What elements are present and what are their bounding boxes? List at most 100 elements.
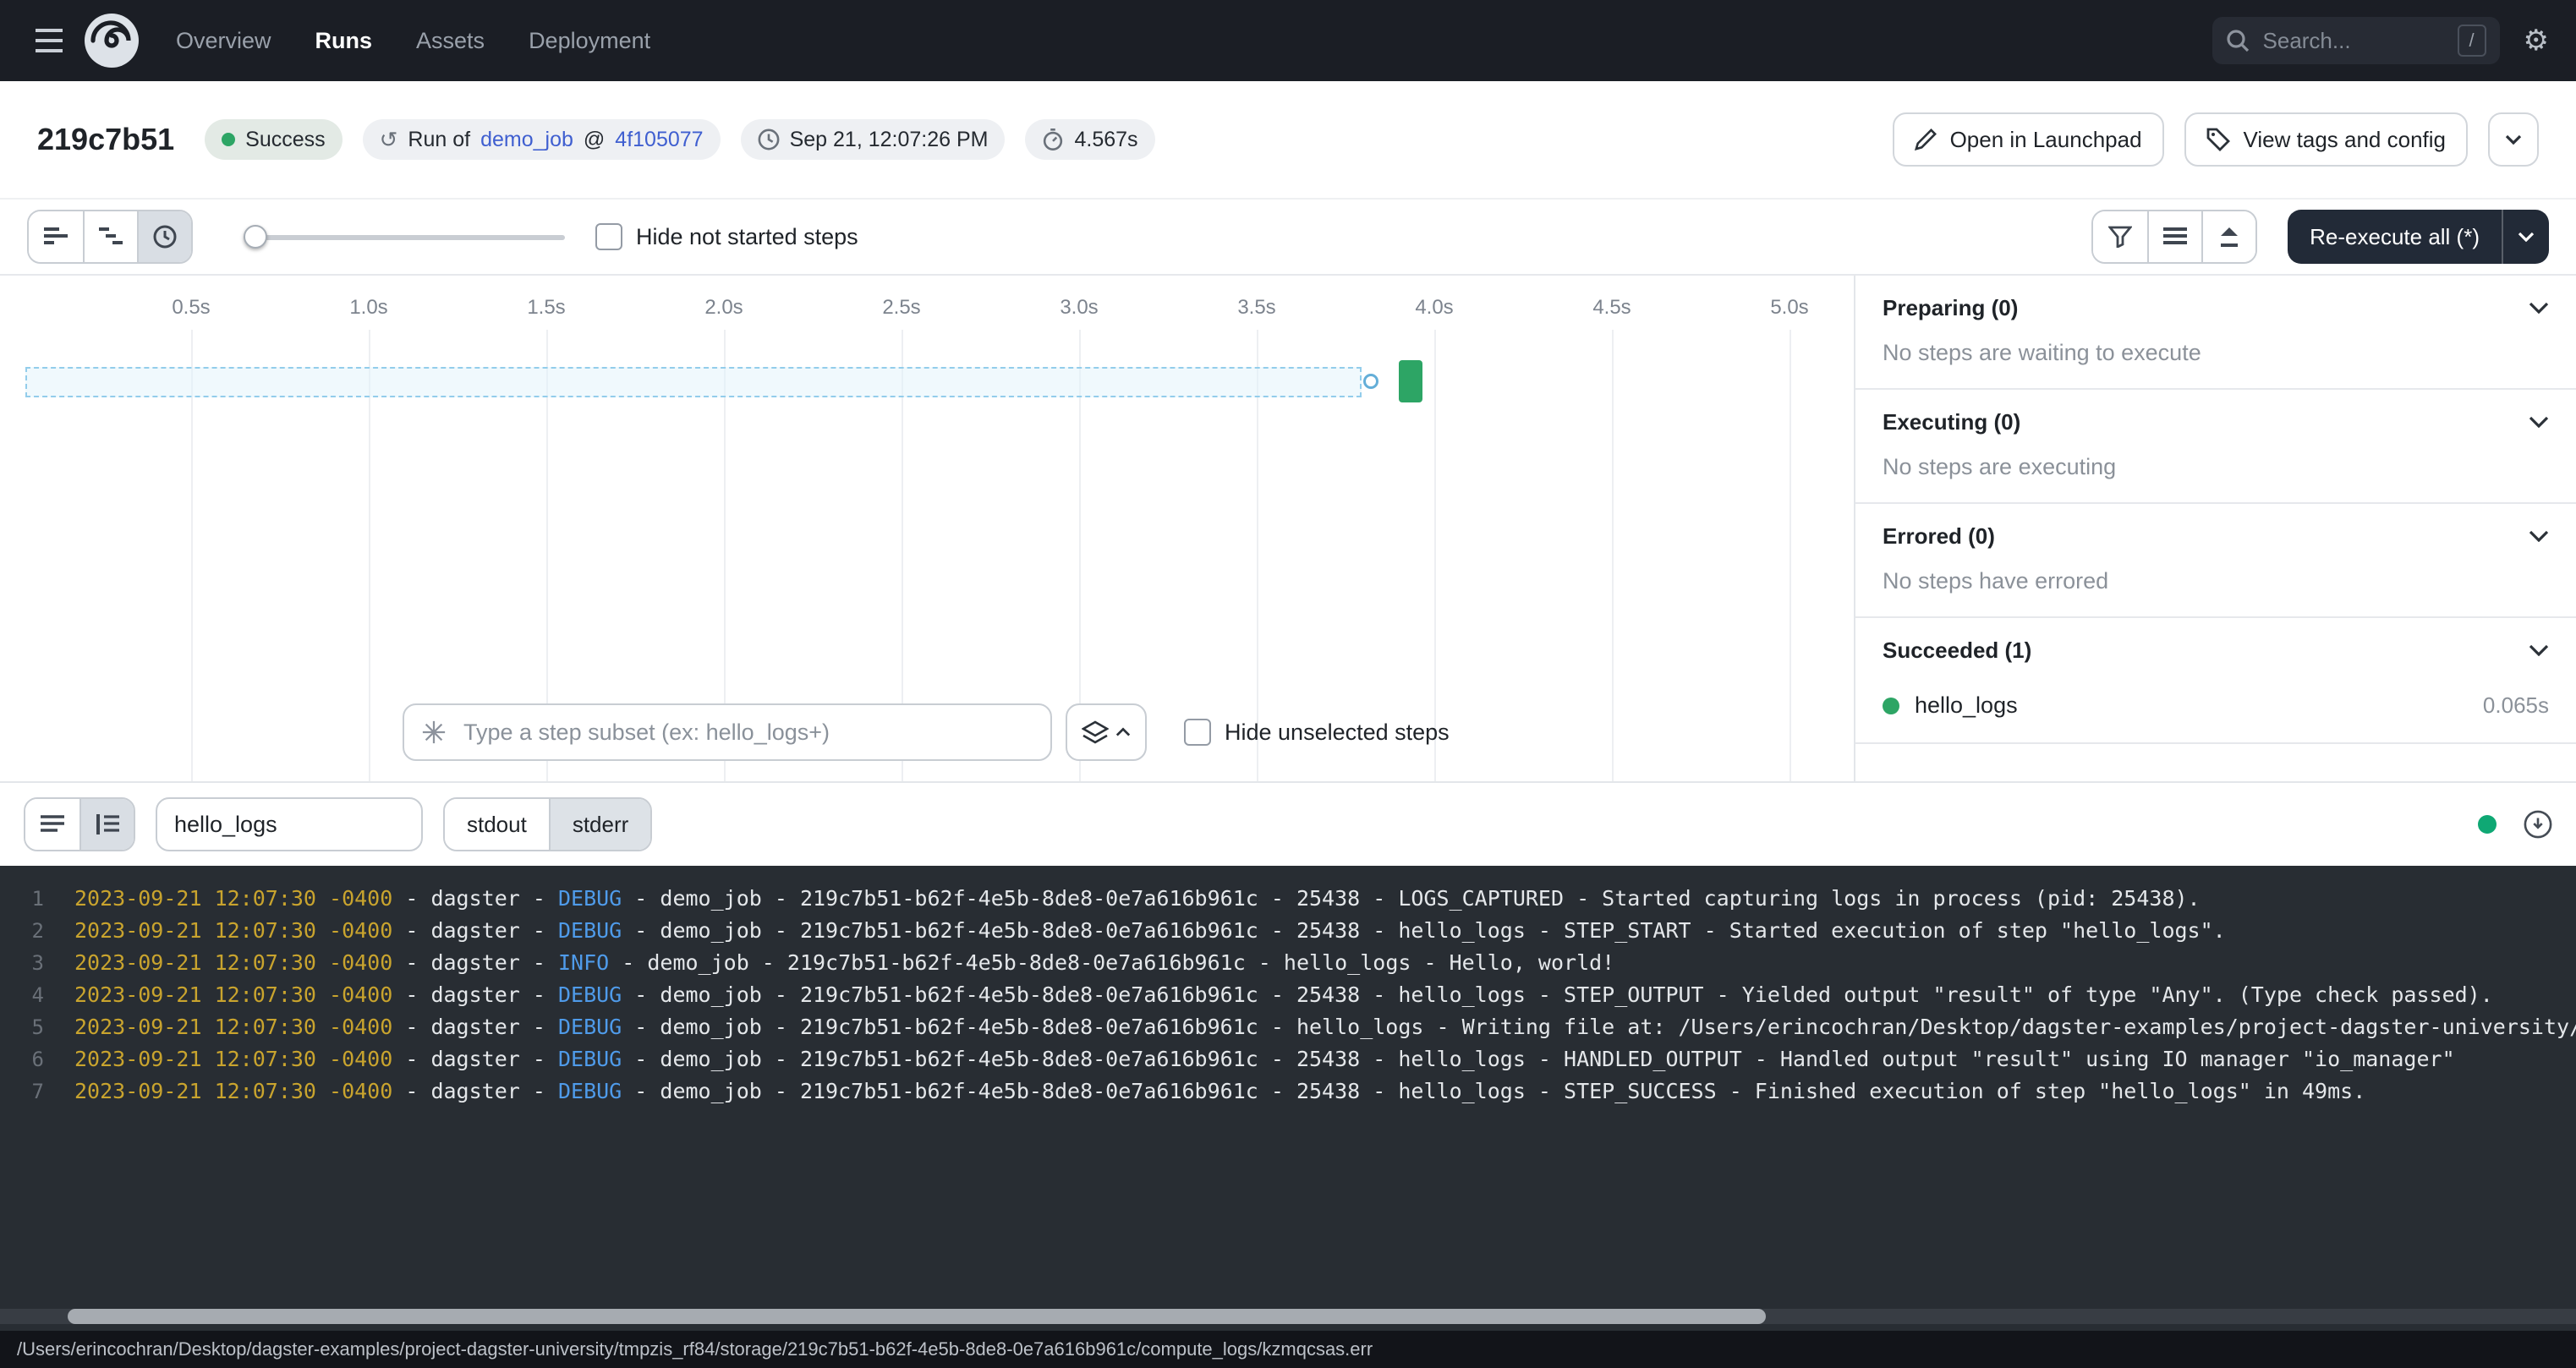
log-viewer[interactable]: 1 2023-09-21 12:07:30 -0400 - dagster - D… [0,866,2576,1331]
log-line-number: 1 [0,883,44,915]
run-actions-dropdown-button[interactable] [2488,112,2539,167]
log-toolbar: stdoutstderr [0,781,2576,866]
gantt-gridline [191,330,193,781]
hide-unselected-label: Hide unselected steps [1225,720,1450,746]
hide-unselected-input[interactable] [1184,719,1211,746]
waterfall-view-button[interactable] [83,211,137,262]
panel-section: Errored (0)No steps have errored [1855,504,2576,618]
gantt-chart[interactable]: 0.5s1.0s1.5s2.0s2.5s3.0s3.5s4.0s4.5s5.0s [0,276,1855,781]
rows-view-button[interactable] [2147,211,2201,262]
log-timestamp: 2023-09-21 12:07:30 -0400 [74,1075,392,1108]
hide-not-started-checkbox[interactable]: Hide not started steps [595,223,858,250]
gantt-axis-tick: 4.0s [1407,296,1461,320]
panel-section-header-succeeded[interactable]: Succeeded (1) [1855,618,2576,682]
log-tab-stderr[interactable]: stderr [549,799,650,850]
gantt-view-mode-group [27,210,193,264]
gantt-axis-tick: 3.0s [1052,296,1106,320]
top-nav: Overview Runs Assets Deployment / ⚙ [0,0,2576,81]
hide-unselected-checkbox[interactable]: Hide unselected steps [1184,719,1450,746]
run-status-badge: Success [205,119,342,160]
log-logger: - dagster - [392,1043,558,1075]
hide-not-started-input[interactable] [595,223,622,250]
log-line: 72023-09-21 12:07:30 -0400 - dagster - D… [0,1075,2576,1108]
log-line: 22023-09-21 12:07:30 -0400 - dagster - D… [0,915,2576,947]
gantt-waiting-span [25,367,1362,397]
log-level: INFO [558,947,609,979]
panel-section-header-preparing[interactable]: Preparing (0) [1855,276,2576,340]
gantt-gridline [1789,330,1791,781]
log-message: - demo_job - 219c7b51-b62f-4e5b-8de8-0e7… [622,915,2225,947]
gantt-zoom-slider[interactable] [244,225,565,249]
dagster-logo-icon[interactable] [85,14,139,68]
log-line: 52023-09-21 12:07:30 -0400 - dagster - D… [0,1011,2576,1043]
hide-not-started-label: Hide not started steps [636,224,858,250]
graph-query-toggle-button[interactable] [1066,703,1147,761]
eject-icon [2217,226,2241,248]
log-lines: 1 2023-09-21 12:07:30 -0400 - dagster - D… [0,883,2576,1108]
filter-funnel-button[interactable] [2093,211,2147,262]
search-shortcut-key: / [2458,25,2486,57]
panel-section-title: Succeeded (1) [1883,637,2031,664]
run-of-tag: ↺ Run of demo_job @ 4f105077 [363,119,721,160]
view-tags-config-button[interactable]: View tags and config [2184,112,2468,167]
tag-icon [2206,128,2230,151]
log-step-filter-input[interactable] [156,797,423,851]
open-in-launchpad-button[interactable]: Open in Launchpad [1893,112,2164,167]
status-label: Success [245,128,325,152]
step-subset-input[interactable] [460,718,1033,747]
log-timestamp: 2023-09-21 12:07:30 -0400 [74,1043,392,1075]
log-logger: - dagster - [392,883,558,915]
gantt-step-bar-hello-logs[interactable] [1399,360,1422,402]
job-link[interactable]: demo_job [480,128,573,152]
search-input[interactable] [2260,26,2447,56]
gantt-axis-tick: 5.0s [1762,296,1817,320]
log-tab-stdout[interactable]: stdout [445,799,549,850]
log-message: - demo_job - 219c7b51-b62f-4e5b-8de8-0e7… [622,1075,2365,1108]
run-of-at: @ [584,128,605,152]
log-level: DEBUG [558,883,622,915]
snapshot-link[interactable]: 4f105077 [615,128,703,152]
chevron-down-icon [2505,134,2522,145]
log-level: DEBUG [558,1011,622,1043]
download-icon [2524,810,2552,839]
gantt-toolbar: Hide not started steps Re-execute all (* [0,200,2576,274]
step-duration: 0.065s [2483,692,2549,719]
structured-log-view-button[interactable] [25,799,79,850]
step-success-dot-icon [1883,698,1899,714]
nav-item-overview[interactable]: Overview [176,28,271,54]
panel-section-header-errored[interactable]: Errored (0) [1855,504,2576,568]
log-timestamp: 2023-09-21 12:07:30 -0400 [74,947,392,979]
panel-step-row[interactable]: hello_logs 0.065s [1855,682,2576,742]
panel-section: Succeeded (1) hello_logs 0.065s [1855,618,2576,744]
slider-knob[interactable] [244,225,267,249]
log-line: 42023-09-21 12:07:30 -0400 - dagster - D… [0,979,2576,1011]
run-of-prefix: Run of [408,128,470,152]
log-level: DEBUG [558,1075,622,1108]
gantt-axis-tick: 2.5s [874,296,929,320]
log-hscrollbar-thumb[interactable] [68,1309,1766,1324]
gantt-axis-tick: 0.5s [164,296,218,320]
log-logger: - dagster - [392,1075,558,1108]
collapse-all-button[interactable] [2201,211,2255,262]
settings-gear-icon[interactable]: ⚙ [2520,23,2552,58]
rows-icon [2163,227,2187,247]
nav-item-deployment[interactable]: Deployment [529,28,650,54]
search-box[interactable]: / [2212,17,2500,64]
step-subset-box[interactable] [403,703,1052,761]
panel-section-header-executing[interactable]: Executing (0) [1855,390,2576,454]
reexecute-dropdown-button[interactable] [2502,210,2549,264]
hamburger-menu-icon[interactable] [24,19,74,63]
timed-view-button[interactable] [137,211,191,262]
nav-item-assets[interactable]: Assets [416,28,485,54]
raw-log-icon [96,814,119,834]
step-name[interactable]: hello_logs [1915,692,2468,719]
reexecute-all-button[interactable]: Re-execute all (*) [2288,210,2502,264]
nav-item-runs[interactable]: Runs [315,28,373,54]
log-output-tabs: stdoutstderr [443,797,652,851]
flat-view-button[interactable] [29,211,83,262]
panel-empty-text: No steps are executing [1855,454,2576,502]
download-log-button[interactable] [2524,810,2552,839]
gantt-gridline [1612,330,1614,781]
raw-log-view-button[interactable] [79,799,134,850]
step-status-panel: Preparing (0)No steps are waiting to exe… [1855,276,2576,781]
